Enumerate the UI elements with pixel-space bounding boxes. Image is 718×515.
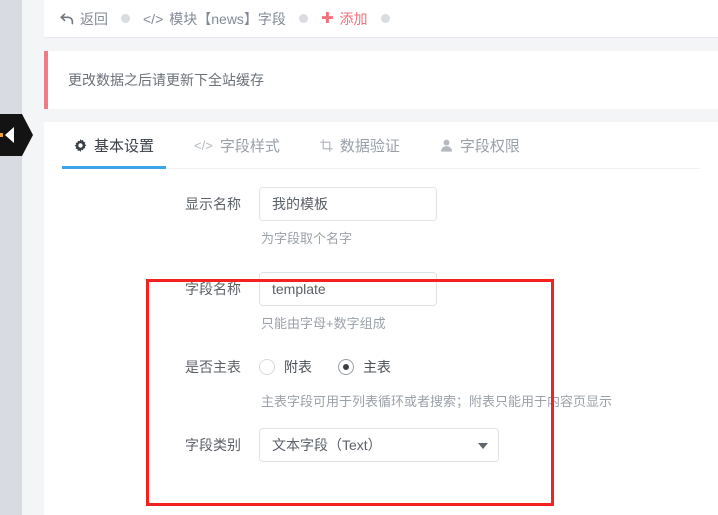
radio-group-is-main-table: 附表 主表	[259, 350, 718, 384]
plus-icon: ✚	[320, 10, 334, 27]
breadcrumb-separator-dot	[380, 14, 390, 23]
field-type-select[interactable]: 文本字段（Text）	[259, 428, 499, 462]
breadcrumb-label-add: 添加	[339, 10, 368, 27]
tab-label-field-permission: 字段权限	[459, 137, 520, 155]
tab-label-basic-settings: 基本设置	[94, 137, 155, 155]
radio-circle-icon	[259, 359, 275, 375]
tab-basic-settings[interactable]: 基本设置	[62, 123, 167, 169]
gear-icon	[74, 138, 87, 152]
label-field-type: 字段类别	[185, 437, 241, 453]
sidebar-rail-inner	[22, 0, 44, 515]
breadcrumb-item-module[interactable]: </> 模块【news】字段	[143, 9, 286, 29]
form-row-display-name: 显示名称 为字段取个名字	[44, 187, 718, 248]
user-icon	[440, 139, 453, 152]
radio-label-attached-table: 附表	[284, 359, 312, 375]
breadcrumb-item-add[interactable]: ✚ 添加	[321, 9, 368, 29]
radio-option-main-table[interactable]: 主表	[338, 357, 391, 377]
hint-field-name: 只能由字母+数字组成	[261, 316, 386, 331]
cache-notice-banner: 更改数据之后请更新下全站缓存	[44, 51, 718, 109]
chevron-left-icon	[5, 127, 14, 143]
form-row-is-main-table: 是否主表 附表 主表 主表字段可用于列表循环或者搜索；附表只能用于内容页显示	[44, 350, 718, 411]
breadcrumb-separator-dot	[121, 14, 130, 23]
field-type-selectbox: 文本字段（Text）	[259, 428, 499, 462]
cache-notice-text: 更改数据之后请更新下全站缓存	[68, 72, 264, 88]
tab-label-data-validation: 数据验证	[339, 137, 400, 155]
tab-label-field-style: 字段样式	[219, 137, 280, 155]
breadcrumb-item-back[interactable]: 返回	[60, 9, 108, 29]
label-display-name: 显示名称	[185, 196, 241, 212]
settings-card: 基本设置 </> 字段样式 数据验证 字段权限 显示名称 我的模板 为字段取个名…	[44, 122, 718, 515]
hint-display-name: 为字段取个名字	[261, 231, 353, 246]
hint-is-main-table: 主表字段可用于列表循环或者搜索；附表只能用于内容页显示	[261, 394, 613, 409]
label-is-main-table: 是否主表	[185, 359, 241, 375]
tab-bar: 基本设置 </> 字段样式 数据验证 字段权限	[62, 122, 700, 169]
radio-label-main-table: 主表	[363, 359, 391, 375]
breadcrumb-label-back: 返回	[80, 10, 108, 27]
handle-indicator-dot	[0, 133, 3, 137]
topbar: 返回 </> 模块【news】字段 ✚ 添加	[44, 0, 718, 38]
display-name-input[interactable]	[259, 187, 437, 221]
breadcrumb-label-module: 模块【news】字段	[169, 10, 286, 27]
back-arrow-icon	[60, 12, 74, 25]
crop-icon	[320, 138, 333, 152]
label-field-name: 字段名称	[185, 281, 241, 297]
sidebar-rail	[0, 0, 22, 515]
breadcrumb-separator-dot	[298, 14, 308, 23]
tab-data-validation[interactable]: 数据验证	[308, 123, 412, 168]
code-icon: </>	[143, 10, 164, 27]
sidebar-collapse-handle[interactable]	[0, 114, 33, 156]
field-settings-form: 显示名称 为字段取个名字 字段名称 只能由字母+数字组成 是否主表	[44, 169, 718, 462]
code-icon: </>	[194, 137, 213, 153]
radio-circle-selected-icon	[338, 359, 354, 375]
field-name-input[interactable]	[259, 272, 437, 306]
app-window: 返回 </> 模块【news】字段 ✚ 添加 更改数据之后请更新下全站缓存 基本…	[0, 0, 718, 515]
form-row-field-name: 字段名称 只能由字母+数字组成	[44, 272, 718, 333]
radio-option-attached-table[interactable]: 附表	[259, 357, 312, 377]
tab-field-style[interactable]: </> 字段样式	[182, 123, 292, 168]
tab-field-permission[interactable]: 字段权限	[428, 123, 532, 168]
form-row-field-type: 字段类别 文本字段（Text）	[44, 428, 718, 462]
